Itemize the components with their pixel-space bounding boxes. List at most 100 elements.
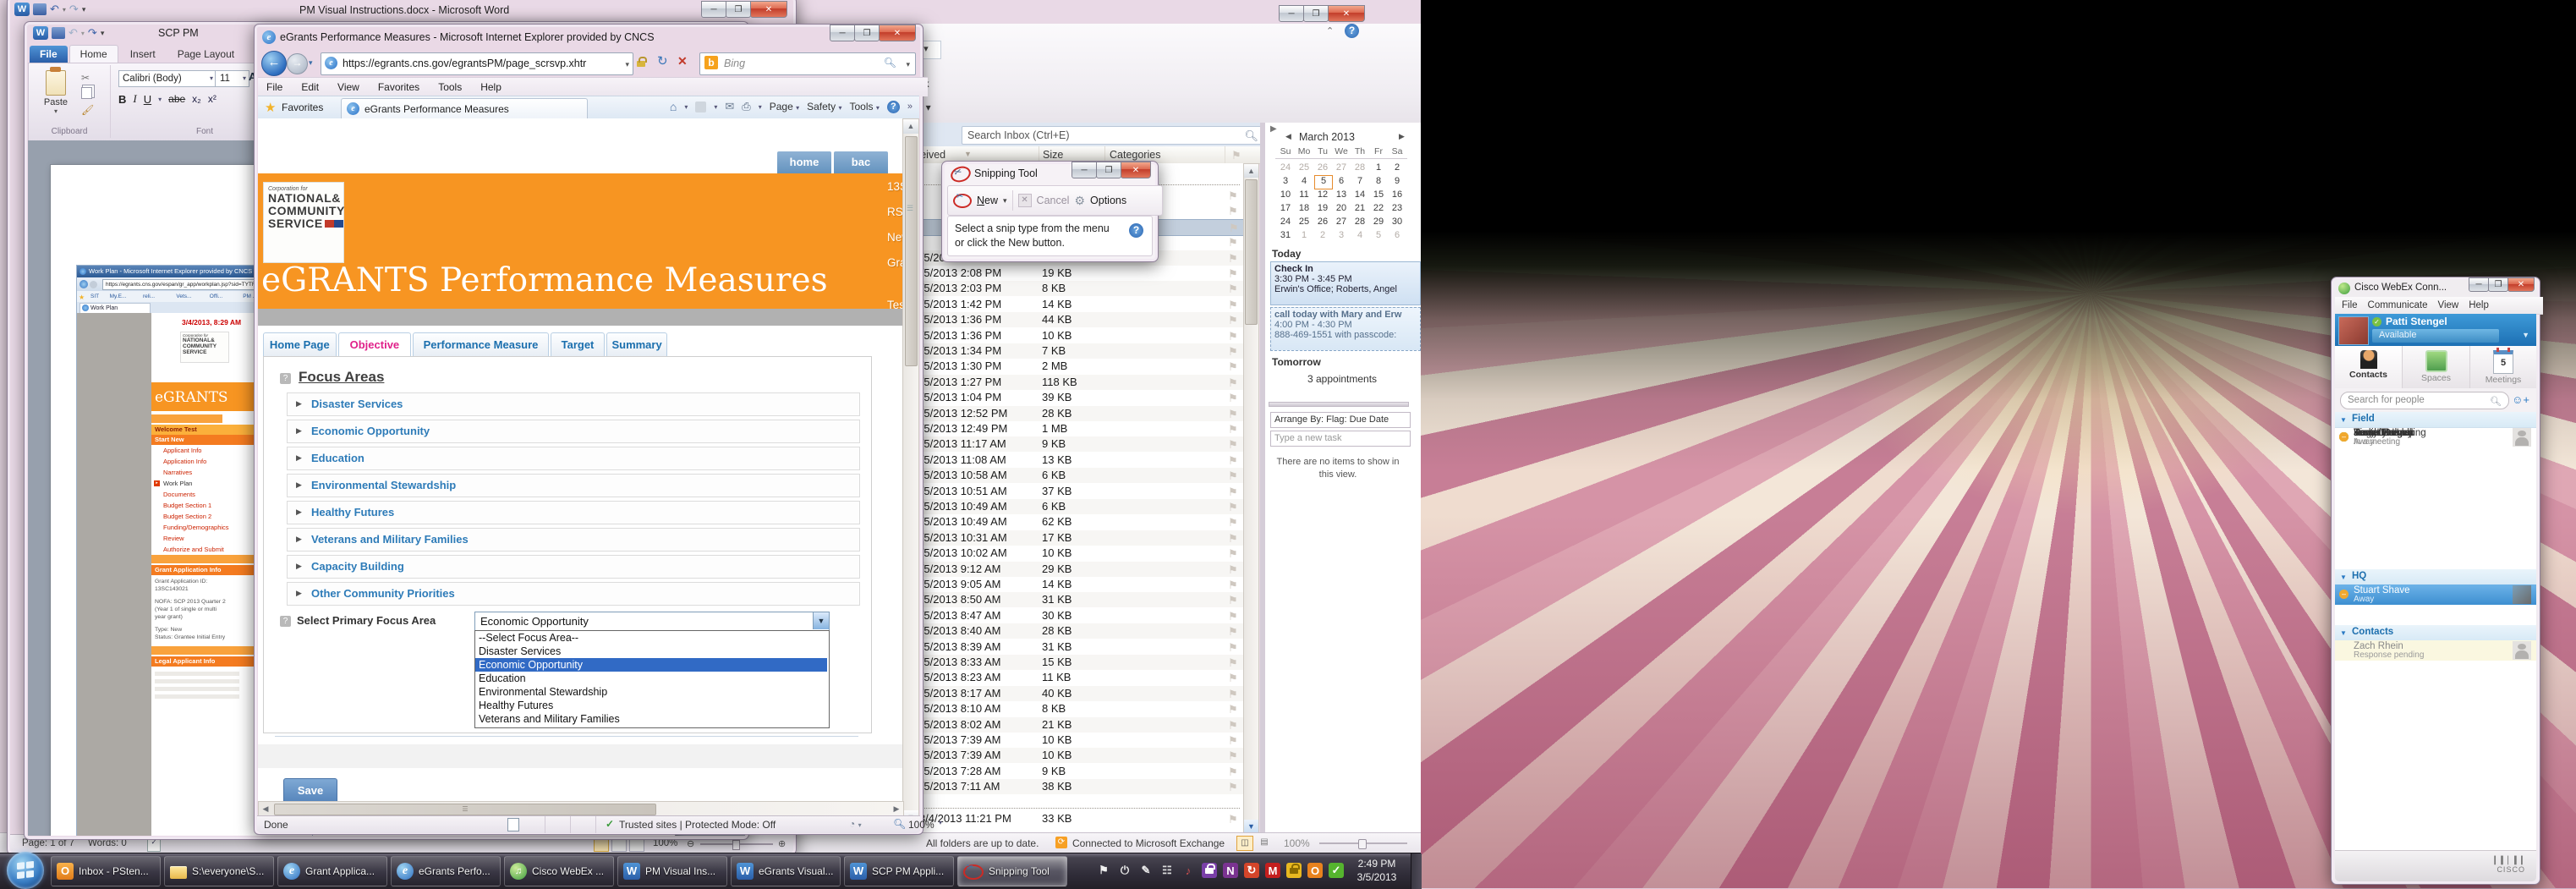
calendar-cell[interactable]: 3 — [1333, 229, 1350, 242]
scroll-right-icon[interactable]: ▶ — [890, 802, 903, 816]
column-categories[interactable]: Categories — [1110, 149, 1160, 161]
calendar-cell[interactable]: 18 — [1296, 202, 1313, 215]
cut-icon[interactable]: ✂ — [81, 72, 90, 84]
email-row[interactable]: Tue 3/5/2013 7:39 AM 10 KB ⚑ — [917, 748, 1243, 764]
flag-icon[interactable]: ⚑ — [1228, 345, 1238, 359]
underline-button[interactable]: U — [144, 93, 151, 106]
calendar-cell[interactable]: 28 — [1351, 216, 1368, 228]
scroll-up-icon[interactable]: ▲ — [1244, 164, 1258, 178]
flag-icon[interactable]: ⚑ — [1228, 672, 1238, 685]
calendar-cell[interactable]: 24 — [1277, 216, 1294, 228]
flag-icon[interactable]: ⚑ — [1228, 749, 1238, 763]
flag-icon[interactable]: ⚑ — [1228, 283, 1238, 296]
menu-favorites[interactable]: Favorites — [378, 81, 419, 93]
zoom-dropdown-icon[interactable]: ▾ — [939, 819, 942, 826]
search-box[interactable]: b Bing 🔍︎ ▾ — [699, 52, 916, 75]
user-status[interactable]: Available — [2379, 330, 2416, 340]
help-icon[interactable]: ? — [1345, 24, 1359, 38]
dropdown-option-disaster-services[interactable]: Disaster Services — [475, 645, 827, 658]
chevron-icon[interactable]: » — [907, 102, 913, 112]
flag-icon[interactable]: ⚑ — [1228, 594, 1238, 607]
ribbon-tab-file[interactable]: File — [30, 46, 68, 63]
group-header-field[interactable]: ▼ Field — [2335, 412, 2536, 428]
refresh-icon[interactable]: ↻ — [657, 53, 668, 69]
email-row[interactable]: Tue 3/5/2013 2:03 PM 8 KB ⚑ — [917, 281, 1243, 297]
calendar-cell[interactable]: 1 — [1296, 229, 1313, 242]
group-header-contacts[interactable]: ▼ Contacts — [2335, 625, 2536, 641]
scrollbar-thumb[interactable]: ☰ — [274, 804, 656, 815]
email-row[interactable]: Tue 3/5/2013 1:34 PM 7 KB ⚑ — [917, 343, 1243, 359]
new-task-input[interactable]: Type a new task — [1270, 431, 1411, 447]
calendar-cell[interactable]: 14 — [1351, 189, 1368, 201]
taskbar-button-egrants-visual-[interactable]: WeGrants Visual... — [731, 856, 841, 886]
mini-fav-link[interactable]: My.E... — [110, 291, 127, 302]
minimize-button[interactable]: ─ — [701, 1, 726, 18]
calendar-cell[interactable]: 23 — [1389, 202, 1406, 215]
flag-icon[interactable]: ⚑ — [1228, 656, 1238, 670]
calendar-cell[interactable]: 2 — [1389, 162, 1406, 174]
calendar-cell[interactable]: 27 — [1333, 216, 1350, 228]
focus-area-row-veterans-and-military-families[interactable]: ▶ Veterans and Military Families — [287, 528, 860, 552]
email-row[interactable]: Tue 3/5/2013 10:51 AM 37 KB ⚑ — [917, 484, 1243, 499]
dropdown-option-economic-opportunity[interactable]: Economic Opportunity — [475, 658, 827, 672]
view-normal-icon[interactable]: ◫ — [1236, 836, 1253, 851]
flag-icon[interactable]: ⚑ — [1228, 532, 1238, 546]
minimize-button[interactable]: ─ — [1072, 162, 1097, 178]
collapse-icon[interactable]: ▼ — [2340, 573, 2347, 581]
home-icon[interactable]: ⌂ — [670, 100, 677, 113]
tab-objective[interactable]: Objective — [337, 332, 412, 357]
recent-pages-icon[interactable]: ▾ — [309, 58, 313, 68]
taskbar-clock[interactable]: 2:49 PM 3/5/2013 — [1350, 857, 1404, 884]
appointment-check-in[interactable]: Check In 3:30 PM - 3:45 PM Erwin's Office;… — [1270, 261, 1421, 305]
menu-edit[interactable]: Edit — [301, 81, 319, 93]
network-display-icon[interactable]: ☷ — [1159, 863, 1175, 878]
flag-icon[interactable]: ⚑ — [1228, 688, 1238, 701]
calendar-cell[interactable]: 25 — [1296, 162, 1313, 174]
email-row[interactable]: Tue 3/5/2013 8:40 AM 28 KB ⚑ — [917, 623, 1243, 639]
email-row[interactable]: Tue 3/5/2013 7:11 AM 38 KB ⚑ — [917, 779, 1243, 795]
scroll-down-icon[interactable]: ▼ — [1244, 820, 1258, 833]
flag-icon[interactable]: ⚑ — [1228, 719, 1238, 733]
close-button[interactable]: ✕ — [750, 1, 787, 18]
calendar-cell[interactable]: 25 — [1296, 216, 1313, 228]
back-button[interactable]: ← — [261, 51, 287, 76]
help-icon[interactable]: ? — [886, 100, 900, 113]
menu-tools[interactable]: Tools — [438, 81, 462, 93]
mini-fav-link[interactable]: Offi... — [210, 291, 222, 302]
calendar-today-cell[interactable]: 5 — [1314, 175, 1333, 189]
calendar-cell[interactable]: 11 — [1296, 189, 1313, 201]
mcafee-shield-icon[interactable]: M — [1265, 863, 1280, 878]
new-snip-dropdown-icon[interactable]: ▾ — [1003, 196, 1007, 206]
calendar-cell[interactable]: 27 — [1333, 162, 1350, 174]
todo-splitter-handle[interactable] — [1269, 402, 1409, 407]
email-row[interactable]: Tue 3/5/2013 8:17 AM 40 KB ⚑ — [917, 685, 1243, 701]
flag-icon[interactable]: ⚑ — [1228, 423, 1238, 436]
options-button[interactable]: Options — [1090, 195, 1126, 206]
email-row[interactable]: Tue 3/5/2013 10:02 AM 10 KB ⚑ — [917, 546, 1243, 561]
flag-icon[interactable]: ⚑ — [1228, 516, 1238, 530]
contact-row-stuart-shave[interactable]: – Stuart Shave Away — [2335, 584, 2536, 605]
dropdown-option-environmental-stewardship[interactable]: Environmental Stewardship — [475, 685, 827, 699]
contact-row-ventana-harding[interactable]: – Ventana Harding In a meeting — [2335, 427, 2536, 447]
flag-icon[interactable]: ⚑ — [1228, 813, 1238, 826]
search-inbox-input[interactable]: Search Inbox (Ctrl+E) 🔍︎ — [962, 126, 1264, 145]
secure-lock-purple-icon[interactable] — [1202, 863, 1217, 878]
superscript-button[interactable]: x² — [208, 93, 216, 105]
tab-contacts[interactable]: Contacts — [2335, 346, 2403, 388]
focus-area-row-environmental-stewardship[interactable]: ▶ Environmental Stewardship — [287, 474, 860, 497]
menu-view[interactable]: View — [337, 81, 359, 93]
tab-target[interactable]: Target — [550, 332, 606, 357]
calendar-cell[interactable]: 29 — [1370, 216, 1387, 228]
onenote-icon[interactable]: N — [1223, 863, 1238, 878]
scrollbar-thumb[interactable] — [1245, 179, 1258, 325]
calendar-cell[interactable]: 30 — [1389, 216, 1406, 228]
flag-icon[interactable]: ⚑ — [1228, 438, 1238, 452]
taskbar-button-pm-visual-ins-[interactable]: W PM Visual Ins... — [617, 856, 727, 886]
help-icon[interactable]: ? — [1129, 223, 1143, 238]
expand-arrow-icon[interactable]: ▶ — [296, 535, 302, 544]
email-row[interactable]: Tue 3/5/2013 8:33 AM 15 KB ⚑ — [917, 655, 1243, 670]
privacy-icon[interactable]: ◔ ▾ — [849, 818, 862, 830]
zoom-in-icon[interactable]: ⊕ — [778, 838, 786, 849]
focus-area-row-education[interactable]: ▶ Education — [287, 447, 860, 470]
expand-arrow-icon[interactable]: ▶ — [296, 426, 302, 436]
